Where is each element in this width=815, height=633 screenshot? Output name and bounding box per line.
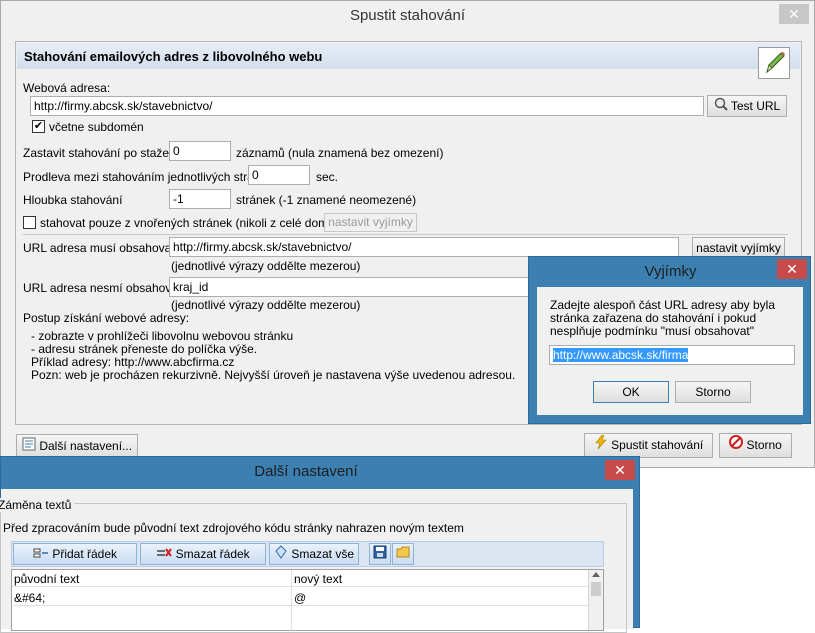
add-row-button[interactable]: Přidat řádek (13, 543, 137, 565)
more-settings-window: Další nastavení ✕ Záměna textů Před zpra… (0, 456, 640, 633)
text-replace-description: Před zpracováním bude původní text zdroj… (3, 521, 464, 535)
replace-grid: původní text nový text &#64; @ (11, 569, 604, 632)
subdomains-checkbox[interactable]: ✔ (32, 120, 45, 133)
depth-input[interactable]: -1 (169, 189, 231, 209)
settings-list-icon (22, 436, 36, 458)
subdomains-checkbox-label: včetne subdomén (49, 120, 144, 134)
exceptions-dialog-title: Vyjímky (644, 263, 697, 280)
nested-pages-checkbox[interactable] (23, 216, 36, 229)
more-settings-label: Další nastavení... (39, 439, 133, 453)
url-must-hint: (jednotlivé výrazy oddělte mezerou) (171, 259, 361, 273)
nested-pages-checkbox-label: stahovat pouze z vnořených stránek (niko… (40, 216, 352, 230)
folder-icon (396, 545, 410, 565)
add-row-label: Přidat řádek (52, 547, 118, 561)
lightning-icon (594, 434, 608, 457)
url-must-input[interactable]: http://firmy.abcsk.sk/stavebnictvo/ (169, 237, 679, 257)
more-settings-title: Další nastavení (254, 463, 358, 480)
url-must-label: URL adresa musí obsahovat: (23, 241, 178, 255)
exceptions-cancel-button[interactable]: Storno (675, 381, 751, 403)
grid-column-header[interactable]: nový text (294, 572, 342, 586)
exceptions-input-selected-text: http://www.abcsk.sk/firma (553, 348, 689, 362)
test-url-icon (714, 97, 728, 117)
more-settings-button[interactable]: Další nastavení... (16, 434, 138, 458)
web-address-label: Webová adresa: (23, 81, 111, 95)
exceptions-description: Zadejte alespoň část URL adresy aby byla… (550, 298, 776, 338)
procedure-line: Pozn: web je procházen rekurzivně. Nejvy… (31, 368, 516, 382)
scrollbar-thumb[interactable] (591, 582, 601, 596)
procedure-line: - zobrazte v prohlížeči libovolnu webovo… (31, 329, 294, 343)
main-cancel-label: Storno (746, 438, 782, 452)
separator (23, 234, 788, 235)
delay-suffix: sec. (316, 170, 339, 184)
procedure-line: Příklad adresy: http://www.abcfirma.cz (31, 355, 235, 369)
set-exceptions-disabled-button: nastavit vyjímky (324, 213, 417, 232)
exceptions-close-button[interactable]: ✕ (777, 259, 807, 279)
more-settings-body: Záměna textů Před zpracováním bude původ… (0, 489, 633, 633)
main-window-close-button[interactable]: ✕ (779, 4, 809, 24)
stop-after-label: Zastavit stahování po stažení (23, 146, 180, 160)
url-mustnot-hint: (jednotlivé výrazy oddělte mezerou) (171, 298, 361, 312)
exceptions-dialog: Vyjímky ✕ Zadejte alespoň část URL adres… (528, 256, 811, 424)
grid-column-header[interactable]: původní text (14, 572, 79, 586)
delete-row-icon (156, 545, 173, 565)
main-window-title: Spustit stahování (1, 1, 814, 31)
stop-after-suffix: záznamů (nula znamená bez omezení) (236, 146, 444, 160)
delete-all-label: Smazat vše (291, 547, 355, 561)
eraser-icon (274, 545, 288, 565)
grid-scrollbar[interactable] (588, 570, 603, 630)
delete-row-button[interactable]: Smazat řádek (140, 543, 266, 565)
web-address-input[interactable]: http://firmy.abcsk.sk/stavebnictvo/ (30, 96, 704, 116)
exceptions-input[interactable]: http://www.abcsk.sk/firma (549, 345, 795, 365)
depth-label: Hloubka stahování (23, 193, 123, 207)
exceptions-ok-button[interactable]: OK (593, 381, 669, 403)
delay-label: Prodleva mezi stahováním jednotlivých st… (23, 170, 274, 184)
save-disk-icon (373, 545, 387, 565)
panel-header-title: Stahování emailových adres z libovolného… (24, 49, 323, 64)
url-mustnot-input[interactable]: kraj_id (169, 277, 534, 297)
more-settings-close-button[interactable]: ✕ (605, 460, 635, 480)
test-url-label: Test URL (730, 99, 781, 113)
add-row-icon (33, 545, 49, 565)
start-download-button[interactable]: Spustit stahování (584, 433, 713, 458)
scroll-up-arrow-icon[interactable] (592, 572, 600, 577)
edit-pencil-icon[interactable] (758, 47, 790, 79)
start-download-label: Spustit stahování (611, 438, 704, 452)
stop-icon (729, 434, 744, 457)
url-mustnot-label: URL adresa nesmí obsahovat: (23, 281, 185, 295)
text-replace-group-label: Záměna textů (0, 498, 75, 512)
delete-row-label: Smazat řádek (175, 547, 250, 561)
delay-input[interactable]: 0 (248, 165, 310, 185)
depth-suffix: stránek (-1 znamené neomezené) (236, 193, 417, 207)
procedure-title: Postup získání webové adresy: (23, 311, 190, 325)
exceptions-dialog-body: Zadejte alespoň část URL adresy aby byla… (537, 287, 803, 415)
grid-cell-original[interactable]: &#64; (14, 591, 45, 605)
delete-all-button[interactable]: Smazat vše (269, 543, 359, 565)
grid-cell-new[interactable]: @ (294, 591, 306, 605)
open-folder-button[interactable] (392, 543, 414, 565)
save-button[interactable] (369, 543, 391, 565)
test-url-button[interactable]: Test URL (707, 95, 787, 117)
stop-after-input[interactable]: 0 (169, 141, 231, 161)
main-cancel-button[interactable]: Storno (719, 433, 792, 458)
procedure-line: - adresu stránek přeneste do políčka výš… (31, 342, 258, 356)
